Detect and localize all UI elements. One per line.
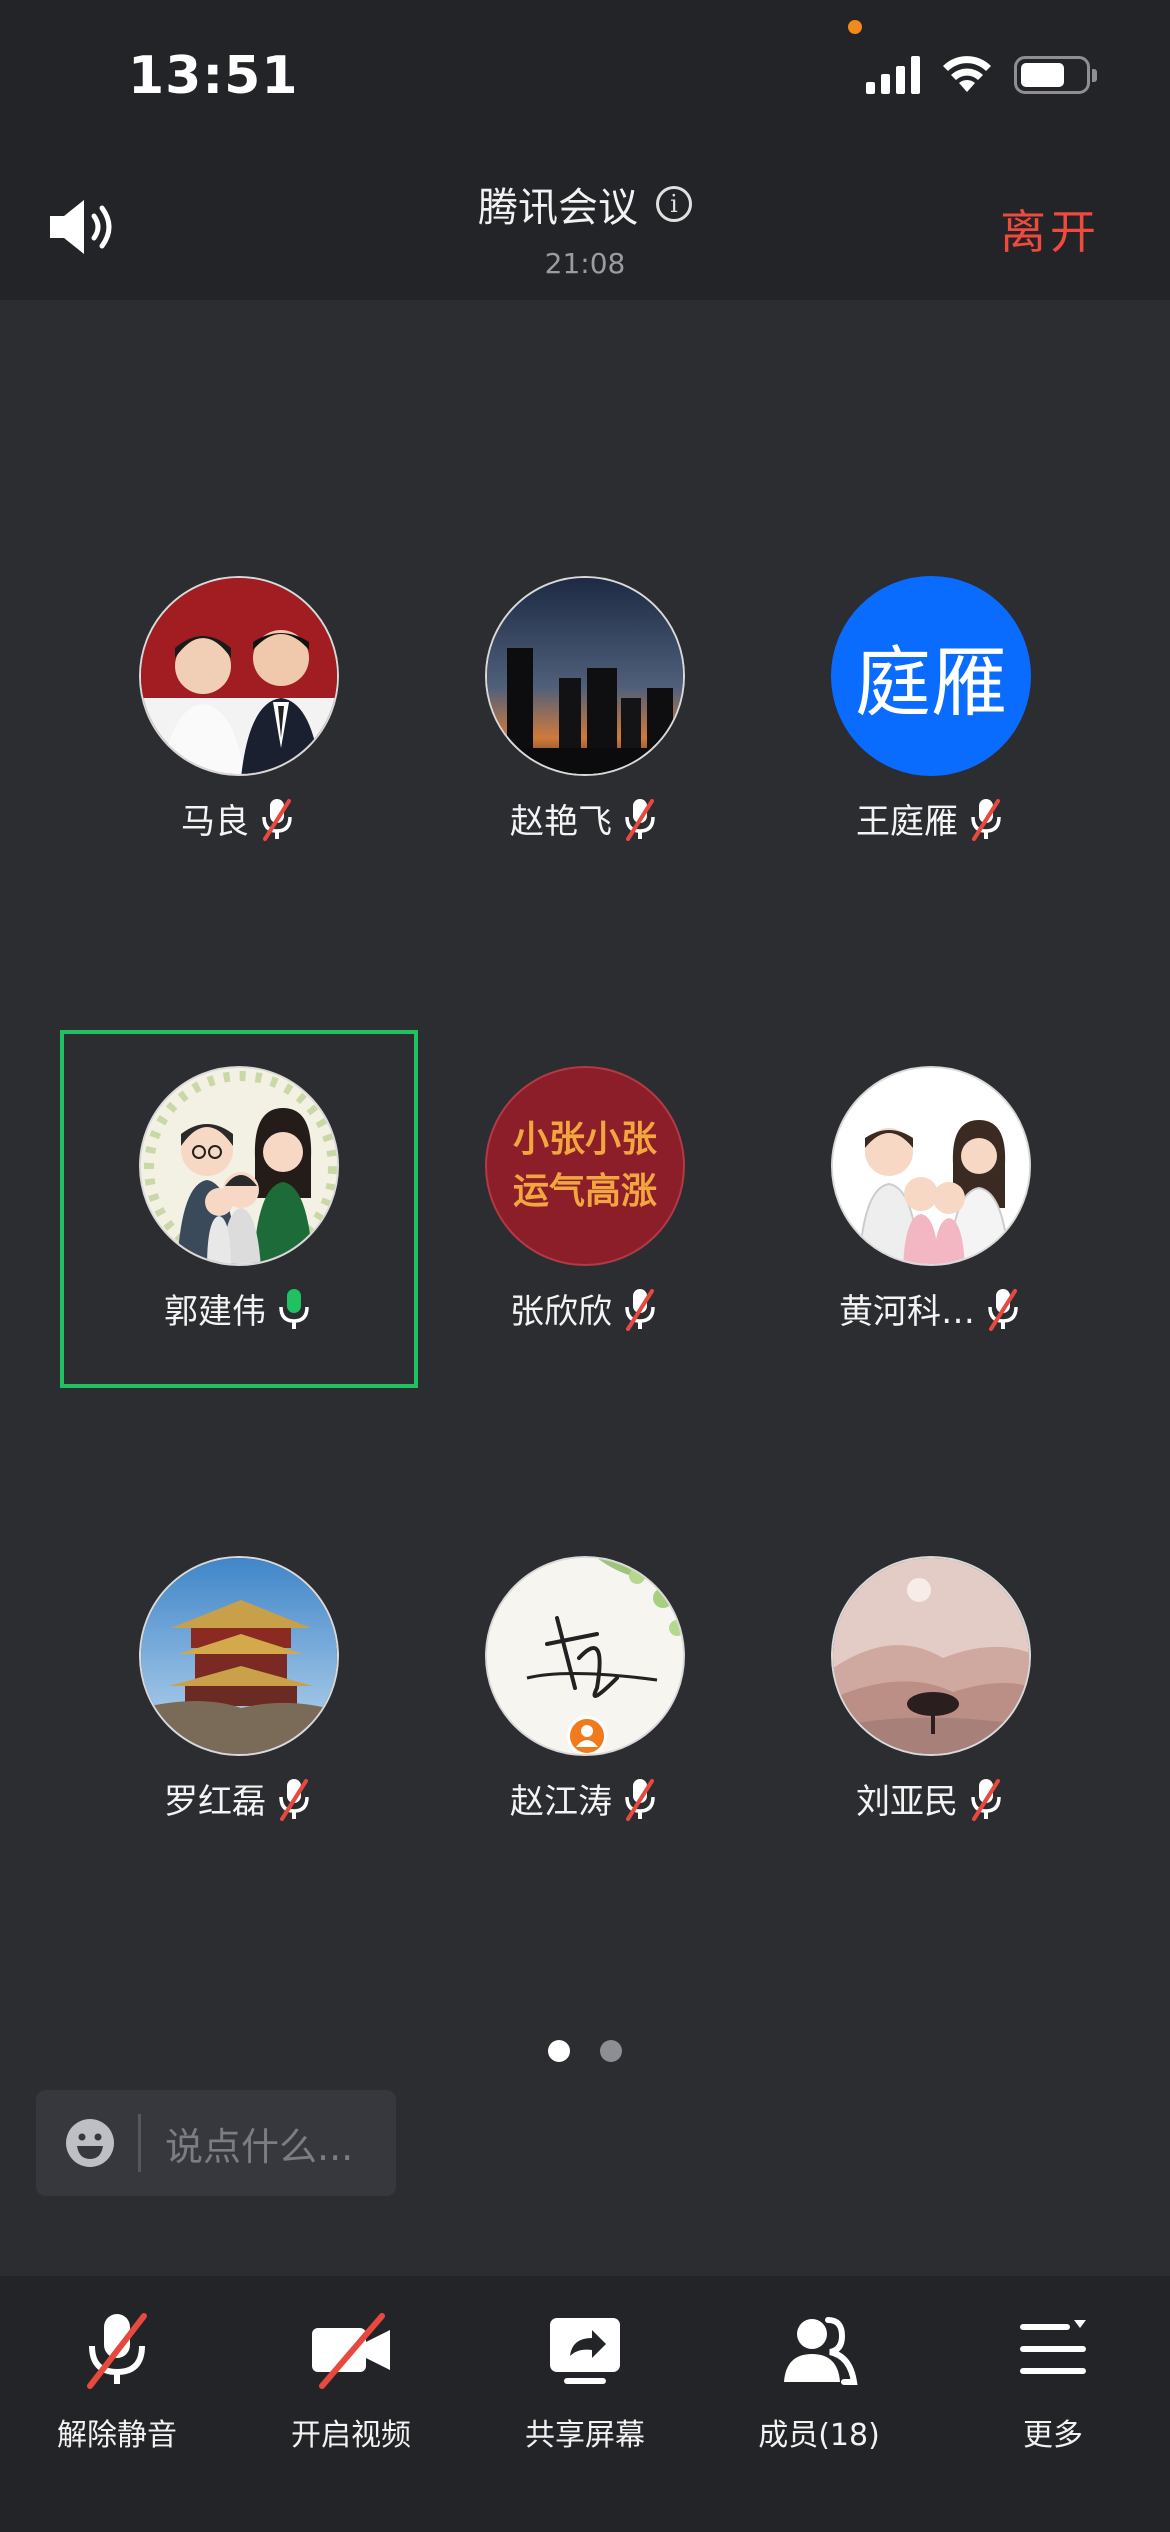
mic-indicator-dot — [848, 20, 862, 34]
participant-tile[interactable]: 马良 — [66, 576, 412, 843]
more-menu-icon — [1020, 2320, 1086, 2374]
mic-muted-icon — [988, 1288, 1018, 1331]
avatar — [139, 576, 339, 776]
participant-tile[interactable]: 赵江涛 — [412, 1556, 758, 1823]
share-screen-button[interactable]: 共享屏幕 — [468, 2276, 702, 2532]
participant-name-row: 郭建伟 — [66, 1284, 412, 1333]
participant-name-row: 刘亚民 — [758, 1774, 1104, 1823]
participant-name: 张欣欣 — [510, 1292, 612, 1332]
mic-active-icon — [279, 1288, 309, 1329]
chat-placeholder[interactable]: 说点什么... — [165, 2116, 353, 2171]
page-dot[interactable] — [600, 2040, 622, 2062]
participant-tile[interactable]: 黄河科… — [758, 1066, 1104, 1333]
participant-tile[interactable]: 刘亚民 — [758, 1556, 1104, 1823]
status-icons — [866, 56, 1097, 94]
mic-muted-icon — [971, 798, 1001, 841]
tool-label: 更多 — [1023, 2418, 1083, 2453]
avatar — [831, 1556, 1031, 1756]
tool-label: 开启视频 — [291, 2418, 411, 2453]
participant-tile[interactable]: 罗红磊 — [66, 1556, 412, 1823]
info-icon[interactable]: i — [656, 186, 692, 222]
video-off-icon — [312, 2313, 390, 2389]
participant-name-row: 赵江涛 — [412, 1774, 758, 1823]
more-button[interactable]: 更多 — [936, 2276, 1170, 2532]
members-button[interactable]: 成员(18) — [702, 2276, 936, 2532]
members-icon — [784, 2317, 858, 2385]
page-indicator[interactable] — [0, 2040, 1170, 2062]
avatar — [485, 1556, 685, 1756]
mic-muted-icon — [625, 1288, 655, 1331]
meeting-title-area: 腾讯会议 i 21:08 — [0, 175, 1170, 280]
bottom-toolbar: 解除静音 开启视频 共享屏幕 成员(18) 更多 — [0, 2276, 1170, 2532]
chat-input[interactable]: 说点什么... — [36, 2090, 396, 2196]
meeting-screen: 13:51 腾讯会议 i 21:08 离开 马良 赵艳飞 庭雁 王庭雁 郭建伟 … — [0, 0, 1170, 2532]
avatar-initials: 庭雁 — [855, 638, 1007, 727]
avatar-text-line1: 小张小张 — [512, 1119, 657, 1160]
mic-muted-icon — [87, 2313, 147, 2389]
meeting-timer: 21:08 — [544, 247, 626, 280]
participant-name-row: 马良 — [66, 794, 412, 843]
leave-button[interactable]: 离开 — [1000, 196, 1100, 262]
tool-label: 共享屏幕 — [525, 2418, 645, 2453]
participant-tile[interactable]: 庭雁 王庭雁 — [758, 576, 1104, 843]
participant-name: 黄河科… — [839, 1292, 975, 1332]
unmute-button[interactable]: 解除静音 — [0, 2276, 234, 2532]
participant-name: 郭建伟 — [164, 1292, 266, 1332]
participant-tile[interactable]: 赵艳飞 — [412, 576, 758, 843]
avatar — [139, 1066, 339, 1266]
tool-label: 成员(18) — [758, 2418, 880, 2453]
mic-muted-icon — [279, 1778, 309, 1821]
wifi-icon — [943, 56, 991, 92]
mic-muted-icon — [625, 1778, 655, 1821]
meeting-title: 腾讯会议 — [478, 185, 638, 231]
mic-muted-icon — [625, 798, 655, 841]
participant-tile[interactable]: 郭建伟 — [66, 1066, 412, 1333]
participant-name: 赵江涛 — [510, 1782, 612, 1822]
participant-name-row: 黄河科… — [758, 1284, 1104, 1333]
avatar: 庭雁 — [831, 576, 1031, 776]
start-video-button[interactable]: 开启视频 — [234, 2276, 468, 2532]
participant-name: 刘亚民 — [856, 1782, 958, 1822]
participant-tile[interactable]: 小张小张 运气高涨 张欣欣 — [412, 1066, 758, 1333]
battery-icon — [1014, 56, 1097, 94]
participant-name-row: 赵艳飞 — [412, 794, 758, 843]
top-bar: 13:51 腾讯会议 i 21:08 离开 — [0, 0, 1170, 300]
participant-name-row: 王庭雁 — [758, 794, 1104, 843]
emoji-icon[interactable] — [64, 2117, 116, 2169]
mic-muted-icon — [971, 1778, 1001, 1821]
cellular-signal-icon — [866, 56, 920, 94]
host-badge-icon — [567, 1716, 607, 1754]
status-time: 13:51 — [128, 46, 299, 106]
participant-name: 罗红磊 — [164, 1782, 266, 1822]
avatar: 小张小张 运气高涨 — [485, 1066, 685, 1266]
participant-name-row: 张欣欣 — [412, 1284, 758, 1333]
avatar-text-line2: 运气高涨 — [512, 1171, 657, 1212]
mic-muted-icon — [262, 798, 292, 841]
participant-name: 王庭雁 — [856, 802, 958, 842]
tool-label: 解除静音 — [57, 2418, 177, 2453]
participant-name: 赵艳飞 — [510, 802, 612, 842]
avatar — [485, 576, 685, 776]
page-dot-active[interactable] — [548, 2040, 570, 2062]
chat-divider — [138, 2114, 141, 2172]
participant-name: 马良 — [181, 802, 249, 842]
participant-name-row: 罗红磊 — [66, 1774, 412, 1823]
avatar — [831, 1066, 1031, 1266]
avatar — [139, 1556, 339, 1756]
share-screen-icon — [550, 2318, 620, 2384]
